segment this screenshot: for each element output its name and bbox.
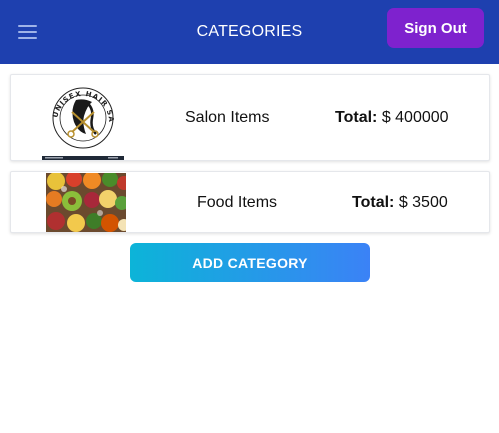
- sign-out-button[interactable]: Sign Out: [387, 8, 484, 48]
- food-photo-image: [46, 173, 126, 232]
- category-name: Salon Items: [185, 109, 270, 126]
- category-card-salon[interactable]: UNISEX HAIR SALON Salon Items Total: $ 4…: [10, 74, 490, 161]
- total-label: Total:: [335, 109, 378, 126]
- hamburger-menu-icon[interactable]: [18, 24, 38, 40]
- page-title: CATEGORIES: [196, 23, 303, 40]
- category-card-food[interactable]: Food Items Total: $ 3500: [10, 171, 490, 233]
- category-total: Total: $ 400000: [335, 109, 449, 127]
- add-category-button[interactable]: ADD CATEGORY: [130, 243, 370, 282]
- total-label: Total:: [352, 194, 395, 211]
- salon-logo-image: UNISEX HAIR SALON: [42, 78, 124, 160]
- app-header: CATEGORIES Sign Out: [0, 0, 499, 64]
- total-value: $ 3500: [398, 194, 448, 211]
- category-total: Total: $ 3500: [352, 194, 448, 212]
- total-value: $ 400000: [381, 109, 449, 126]
- category-name: Food Items: [197, 194, 278, 211]
